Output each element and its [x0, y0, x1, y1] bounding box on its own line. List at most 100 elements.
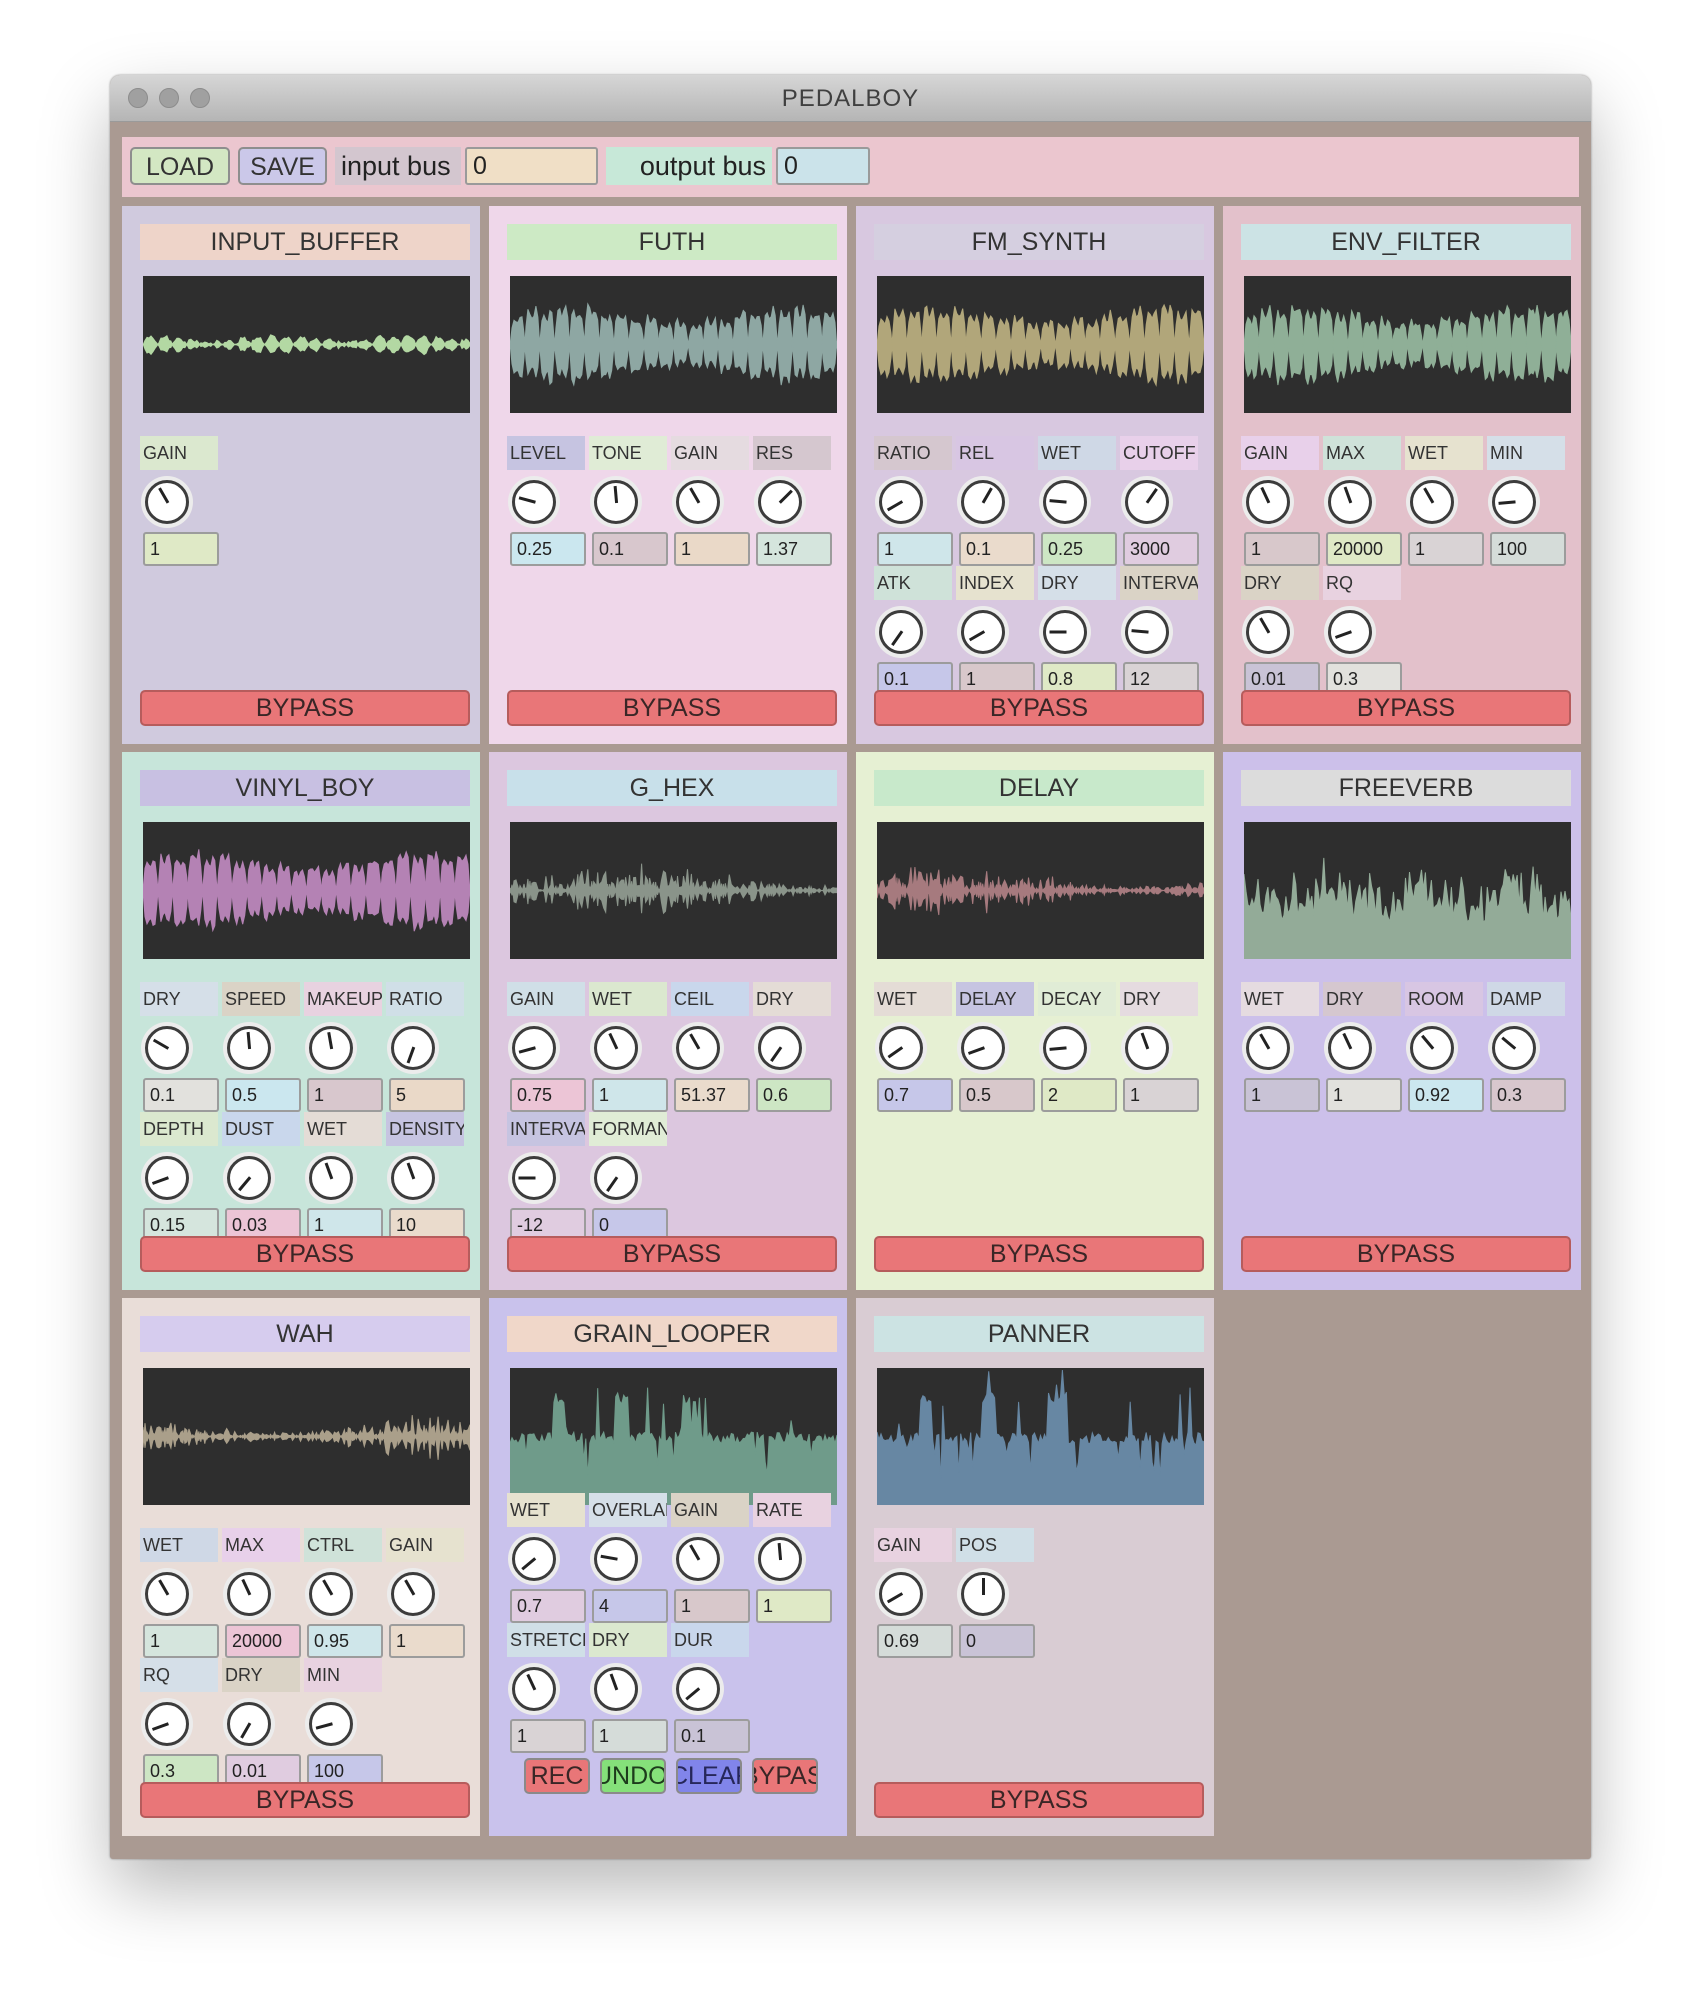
param-value-field[interactable]: 0.5 — [225, 1078, 301, 1112]
bypass-button[interactable]: BYPASS — [1241, 690, 1571, 726]
bypass-button[interactable]: BYPASS — [507, 690, 837, 726]
knob[interactable] — [1125, 480, 1169, 524]
param-value-field[interactable]: 0.5 — [959, 1078, 1035, 1112]
load-button[interactable]: LOAD — [130, 147, 230, 185]
knob[interactable] — [512, 1026, 556, 1070]
knob[interactable] — [227, 1156, 271, 1200]
knob[interactable] — [961, 1572, 1005, 1616]
knob[interactable] — [758, 480, 802, 524]
bypass-button[interactable]: BYPASS — [874, 1236, 1204, 1272]
knob[interactable] — [1328, 480, 1372, 524]
clear-button[interactable]: CLEAR — [676, 1758, 742, 1794]
knob[interactable] — [676, 1667, 720, 1711]
bypass-button[interactable]: BYPASS — [507, 1236, 837, 1272]
knob[interactable] — [879, 610, 923, 654]
bypass-button[interactable]: BYPASS — [874, 1782, 1204, 1818]
knob[interactable] — [594, 1537, 638, 1581]
input-bus-field[interactable]: 0 — [465, 147, 598, 185]
param-value-field[interactable]: 1.37 — [756, 532, 832, 566]
param-value-field[interactable]: 1 — [143, 532, 219, 566]
knob[interactable] — [1246, 610, 1290, 654]
param-value-field[interactable]: 1 — [674, 1589, 750, 1623]
param-value-field[interactable]: 20000 — [1326, 532, 1402, 566]
knob[interactable] — [1246, 480, 1290, 524]
knob[interactable] — [309, 1026, 353, 1070]
knob[interactable] — [1125, 610, 1169, 654]
param-value-field[interactable]: 0.1 — [143, 1078, 219, 1112]
knob[interactable] — [1043, 610, 1087, 654]
knob[interactable] — [594, 1156, 638, 1200]
knob[interactable] — [512, 1667, 556, 1711]
knob[interactable] — [227, 1702, 271, 1746]
param-value-field[interactable]: 1 — [674, 532, 750, 566]
knob[interactable] — [309, 1156, 353, 1200]
param-value-field[interactable]: 4 — [592, 1589, 668, 1623]
knob[interactable] — [1492, 480, 1536, 524]
knob[interactable] — [961, 610, 1005, 654]
rec-button[interactable]: REC — [524, 1758, 590, 1794]
param-value-field[interactable]: 1 — [1326, 1078, 1402, 1112]
param-value-field[interactable]: 0.3 — [1490, 1078, 1566, 1112]
knob[interactable] — [145, 1572, 189, 1616]
save-button[interactable]: SAVE — [238, 147, 327, 185]
knob[interactable] — [512, 480, 556, 524]
knob[interactable] — [879, 1026, 923, 1070]
param-value-field[interactable]: 0.1 — [959, 532, 1035, 566]
knob[interactable] — [758, 1026, 802, 1070]
knob[interactable] — [1328, 1026, 1372, 1070]
knob[interactable] — [391, 1026, 435, 1070]
param-value-field[interactable]: 100 — [1490, 532, 1566, 566]
knob[interactable] — [594, 1667, 638, 1711]
knob[interactable] — [1328, 610, 1372, 654]
output-bus-field[interactable]: 0 — [776, 147, 870, 185]
bypass-button[interactable]: BYPASS — [752, 1758, 818, 1794]
knob[interactable] — [1043, 1026, 1087, 1070]
knob[interactable] — [1410, 480, 1454, 524]
knob[interactable] — [676, 1026, 720, 1070]
knob[interactable] — [391, 1156, 435, 1200]
param-value-field[interactable]: 1 — [510, 1719, 586, 1753]
knob[interactable] — [227, 1572, 271, 1616]
knob[interactable] — [879, 1572, 923, 1616]
knob[interactable] — [594, 480, 638, 524]
param-value-field[interactable]: 1 — [307, 1078, 383, 1112]
param-value-field[interactable]: 1 — [1244, 1078, 1320, 1112]
param-value-field[interactable]: 0.75 — [510, 1078, 586, 1112]
knob[interactable] — [512, 1537, 556, 1581]
param-value-field[interactable]: 0.7 — [510, 1589, 586, 1623]
knob[interactable] — [145, 1026, 189, 1070]
knob[interactable] — [145, 1156, 189, 1200]
param-value-field[interactable]: 0.92 — [1408, 1078, 1484, 1112]
param-value-field[interactable]: 3000 — [1123, 532, 1199, 566]
knob[interactable] — [676, 480, 720, 524]
knob[interactable] — [676, 1537, 720, 1581]
param-value-field[interactable]: 0.95 — [307, 1624, 383, 1658]
knob[interactable] — [1492, 1026, 1536, 1070]
knob[interactable] — [145, 1702, 189, 1746]
param-value-field[interactable]: 0.25 — [1041, 532, 1117, 566]
knob[interactable] — [145, 480, 189, 524]
knob[interactable] — [227, 1026, 271, 1070]
knob[interactable] — [961, 480, 1005, 524]
param-value-field[interactable]: 5 — [389, 1078, 465, 1112]
knob[interactable] — [879, 480, 923, 524]
param-value-field[interactable]: 1 — [143, 1624, 219, 1658]
param-value-field[interactable]: 20000 — [225, 1624, 301, 1658]
param-value-field[interactable]: 1 — [1244, 532, 1320, 566]
bypass-button[interactable]: BYPASS — [140, 1782, 470, 1818]
param-value-field[interactable]: 1 — [592, 1078, 668, 1112]
param-value-field[interactable]: 1 — [389, 1624, 465, 1658]
knob[interactable] — [961, 1026, 1005, 1070]
param-value-field[interactable]: 1 — [877, 532, 953, 566]
param-value-field[interactable]: 0.1 — [592, 532, 668, 566]
param-value-field[interactable]: 0.1 — [674, 1719, 750, 1753]
knob[interactable] — [512, 1156, 556, 1200]
knob[interactable] — [1125, 1026, 1169, 1070]
knob[interactable] — [309, 1702, 353, 1746]
bypass-button[interactable]: BYPASS — [874, 690, 1204, 726]
param-value-field[interactable]: 1 — [592, 1719, 668, 1753]
bypass-button[interactable]: BYPASS — [140, 690, 470, 726]
param-value-field[interactable]: 0.6 — [756, 1078, 832, 1112]
param-value-field[interactable]: 0.69 — [877, 1624, 953, 1658]
bypass-button[interactable]: BYPASS — [140, 1236, 470, 1272]
